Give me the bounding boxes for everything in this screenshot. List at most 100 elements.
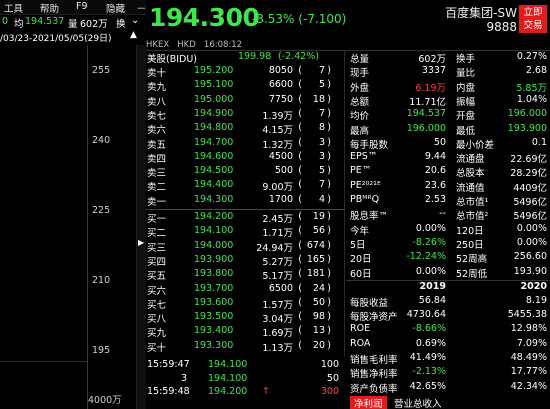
menu-hide[interactable]: 隐藏 bbox=[106, 1, 125, 15]
ask-row[interactable]: 卖十 195.200 8050 7 () bbox=[146, 65, 345, 79]
order-count: 8 bbox=[318, 122, 325, 134]
order-level-label: 卖一 bbox=[147, 196, 167, 208]
order-count: 24 bbox=[312, 282, 325, 294]
bid-row[interactable]: 买八 193.500 3.04万 98 () bbox=[146, 311, 345, 325]
order-count: 5 bbox=[318, 79, 325, 91]
trade-now-button[interactable]: 立即 交易 bbox=[519, 5, 547, 33]
date-range-row: /03/23-2021/05/05(29日) ▲ bbox=[0, 30, 146, 45]
order-count: 19 bbox=[312, 211, 325, 222]
bid-row[interactable]: 买七 193.600 1.57万 50 () bbox=[146, 296, 345, 311]
stat-value: 194.537 bbox=[406, 108, 446, 120]
stat-label: 52周低 bbox=[456, 268, 488, 280]
paren-open: ( bbox=[298, 179, 302, 191]
fin-year: 2020 bbox=[520, 280, 547, 292]
bid-row[interactable]: 买五 193.800 5.17万 181 () bbox=[146, 268, 345, 282]
stat-label: 外盘 bbox=[350, 82, 370, 94]
bid-row[interactable]: 买四 193.900 5.27万 165 () bbox=[146, 254, 345, 268]
bid-row[interactable]: 买九 193.400 1.69万 13 () bbox=[146, 325, 345, 340]
stat-row: 现手 3337 量比 2.68 bbox=[346, 65, 550, 79]
stat-label: PE™ bbox=[350, 165, 372, 177]
tick-volume: 100 bbox=[320, 359, 339, 370]
order-price: 195.000 bbox=[194, 93, 234, 105]
ask-row[interactable]: 卖四 194.600 4500 3 () bbox=[146, 150, 345, 165]
stat-value: 0.1 bbox=[531, 136, 547, 148]
ask-row[interactable]: 卖五 194.700 1.32万 3 () bbox=[146, 136, 345, 151]
bid-row[interactable]: 买二 194.100 1.71万 56 () bbox=[146, 225, 345, 240]
tick-time: 3 bbox=[180, 372, 187, 384]
chevron-up-icon[interactable]: ▲ bbox=[130, 30, 137, 40]
stat-value: 28.29亿 bbox=[510, 168, 547, 180]
order-level-label: 买二 bbox=[147, 228, 167, 240]
order-price: 193.800 bbox=[194, 268, 234, 280]
stat-label: 振幅 bbox=[456, 96, 476, 108]
minimize-icon[interactable]: ㅡ bbox=[137, 1, 146, 15]
kline-chart-panel[interactable]: 255 240 225 210 195 4000万 bbox=[0, 45, 146, 409]
switch-label: 换 bbox=[116, 19, 126, 30]
paren-close: ) bbox=[327, 79, 331, 91]
stat-value: 0.00% bbox=[516, 222, 547, 234]
menu-tools[interactable]: 工具 bbox=[4, 1, 23, 15]
stat-label: EPS™ bbox=[350, 151, 378, 163]
ask-row[interactable]: 卖八 195.000 7750 18 () bbox=[146, 93, 345, 108]
fin-label: 每股净资产 bbox=[350, 312, 398, 324]
order-count: 13 bbox=[312, 325, 325, 337]
bid-row[interactable]: 买三 194.000 24.94万 674 () bbox=[146, 239, 345, 254]
paren-open: ( bbox=[298, 136, 302, 148]
date-range: /03/23-2021/05/05(29日) bbox=[0, 34, 112, 44]
tick-row: 15:59:48 194.200 ↑ 300 bbox=[146, 386, 345, 399]
ticker-row: 0 均 194.537 量 602万 换 ⌄ bbox=[0, 15, 146, 30]
fin-row: 每股收益 56.84 8.19 bbox=[346, 295, 550, 309]
paren-open: ( bbox=[298, 65, 302, 76]
ask-row[interactable]: 卖六 194.800 4.15万 8 () bbox=[146, 122, 345, 137]
order-count: 674 bbox=[306, 239, 325, 251]
order-level-label: 买九 bbox=[147, 328, 167, 340]
menu-f9[interactable]: F9 bbox=[76, 1, 88, 12]
bid-row[interactable]: 买一 194.200 2.45万 19 () bbox=[146, 211, 345, 225]
ask-row[interactable]: 卖二 194.400 9.00万 7 () bbox=[146, 179, 345, 193]
stat-row: PE²⁰²¹ᴱ 23.6 流通值 4409亿 bbox=[346, 180, 550, 194]
bid-row[interactable]: 买十 193.300 1.13万 20 () bbox=[146, 340, 345, 354]
order-price: 193.600 bbox=[194, 296, 234, 308]
order-price: 194.000 bbox=[194, 239, 234, 251]
order-price: 194.500 bbox=[194, 165, 234, 177]
stat-value: 2.68 bbox=[525, 65, 547, 77]
order-qty: 4.15万 bbox=[262, 125, 293, 137]
fin-row: ROA 0.69% 7.09% bbox=[346, 338, 550, 351]
chevron-down-icon[interactable]: ⌄ bbox=[131, 15, 139, 26]
fin-value: 48.49% bbox=[510, 352, 547, 363]
stat-label: 总额 bbox=[350, 96, 370, 108]
menu-help[interactable]: 帮助 bbox=[40, 1, 59, 15]
stat-value: 193.90 bbox=[513, 265, 547, 277]
fin-value: -8.66% bbox=[412, 323, 446, 335]
stat-value: 50 bbox=[433, 136, 446, 148]
chevron-right-icon[interactable]: ▶ bbox=[138, 238, 144, 247]
fin-year: 2019 bbox=[419, 280, 446, 292]
us-quote-row[interactable]: 美股(BIDU) 199.98 (-2.42%) bbox=[146, 51, 345, 65]
fin-value: 41.49% bbox=[409, 352, 446, 363]
bottom-tabs: 净利润 营业总收入 bbox=[346, 396, 550, 409]
ask-row[interactable]: 卖一 194.300 1700 4 () bbox=[146, 194, 345, 208]
fin-value: 12.98% bbox=[510, 323, 547, 335]
order-level-label: 买一 bbox=[147, 214, 167, 225]
tick-time: 15:59:48 bbox=[147, 386, 190, 397]
tab-revenue[interactable]: 营业总收入 bbox=[394, 396, 442, 409]
bid-row[interactable]: 买六 193.700 6500 24 () bbox=[146, 282, 345, 297]
ask-row[interactable]: 卖九 195.100 6600 5 () bbox=[146, 79, 345, 94]
tab-net-profit[interactable]: 净利润 bbox=[350, 396, 387, 409]
stat-row: 股息率™ -- 总市值² 5496亿 bbox=[346, 208, 550, 222]
paren-open: ( bbox=[298, 296, 302, 308]
order-book: 美股(BIDU) 199.98 (-2.42%) 卖十 195.200 8050 7 (… bbox=[146, 50, 345, 356]
ask-row[interactable]: 卖七 194.900 1.39万 7 () bbox=[146, 108, 345, 122]
stat-label: 最高 bbox=[350, 125, 370, 137]
tick-volume: 50 bbox=[326, 372, 339, 384]
paren-close: ) bbox=[327, 225, 331, 237]
avg-label: 均 bbox=[14, 19, 24, 30]
chart-axis-line bbox=[87, 45, 88, 409]
paren-open: ( bbox=[298, 79, 302, 91]
paren-open: ( bbox=[298, 150, 302, 162]
ask-row[interactable]: 卖三 194.500 500 5 () bbox=[146, 165, 345, 179]
ticker-prefix: 0 bbox=[2, 16, 9, 27]
chart-scrollbar[interactable]: ▶ bbox=[136, 45, 146, 409]
paren-open: ( bbox=[298, 282, 302, 294]
order-level-label: 卖九 bbox=[147, 82, 167, 94]
